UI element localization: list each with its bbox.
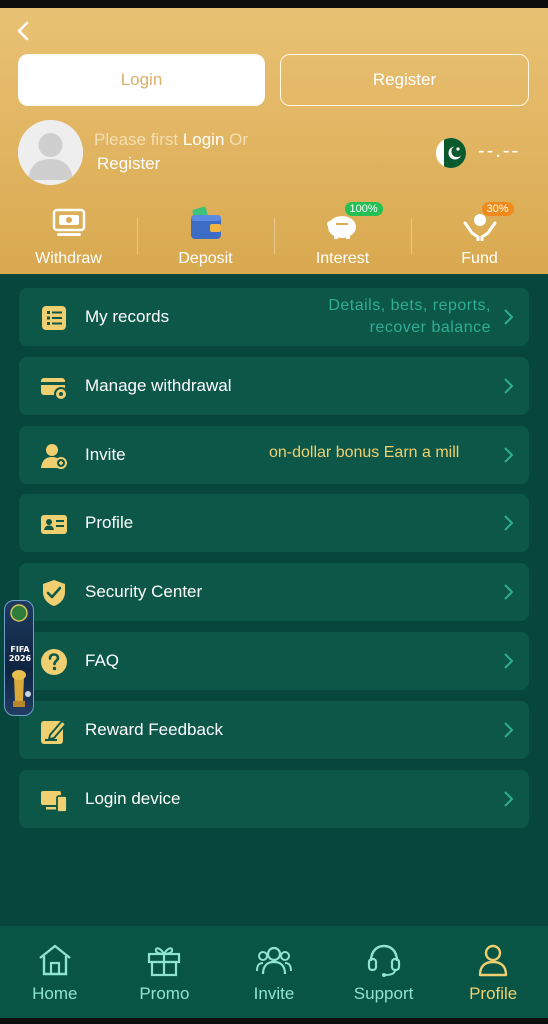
menu-login-device[interactable]: Login device [19,769,529,828]
chevron-right-icon [504,309,514,325]
prompt-register-link[interactable]: Register [97,154,160,173]
chevron-left-icon [17,21,29,41]
register-button[interactable]: Register [280,54,529,106]
balance-value: --.-- [478,140,521,162]
flag-icon[interactable] [436,138,466,168]
fifa-label: FIFA [10,645,30,654]
menu-profile[interactable]: Profile [19,494,529,553]
nav-home-label: Home [32,984,78,1003]
withdraw-icon [49,204,89,244]
menu-reward-feedback[interactable]: Reward Feedback [19,700,529,759]
edit-note-icon [40,717,68,745]
nav-home[interactable]: Home [0,926,110,1004]
fifa-banner-text: FIFA 2026 [7,645,33,663]
records-list-icon [40,304,68,332]
quick-fund-label: Fund [461,250,498,267]
prompt-text: Please first [94,130,183,149]
chevron-right-icon [504,722,514,738]
menu-faq[interactable]: FAQ [19,631,529,690]
card-settings-icon [40,373,68,401]
quick-interest-label: Interest [315,250,370,267]
nav-invite-label: Invite [253,984,295,1003]
chevron-right-icon [504,790,514,807]
menu-security-center-label: Security Center [85,582,203,602]
nav-profile[interactable]: Profile [438,926,548,1004]
banner-close-dot[interactable] [25,691,31,697]
back-button[interactable] [12,20,34,42]
subtitle-line-2: recover balance [369,319,491,336]
profile-menu: My records Details, bets, reports, recov… [19,288,529,838]
avatar[interactable] [18,120,83,185]
quick-deposit-label: Deposit [178,250,233,267]
prompt-login-link[interactable]: Login [183,130,225,149]
person-icon [474,942,512,978]
menu-my-records-subtitle: Details, bets, reports, recover balance [328,295,491,339]
profile-header: Login Register Please first Login Or Reg… [0,8,548,274]
nav-promo-label: Promo [139,984,190,1003]
chevron-right-icon [504,446,514,463]
prompt-or: Or [224,130,249,149]
menu-invite[interactable]: Invite on-dollar bonus Earn a mill [19,425,529,484]
auth-buttons: Login Register [18,54,529,106]
quick-withdraw-label: Withdraw [35,250,102,267]
menu-faq-label: FAQ [85,650,120,670]
subtitle-line-1: Details, bets, reports, [328,297,491,314]
invite-user-icon [40,442,68,470]
chevron-right-icon [504,584,514,600]
piggy-bank-icon: 100% [323,202,383,244]
interest-badge: 100% [344,202,383,216]
quick-actions: Withdraw Deposit 100% Interest 30% Fund [0,202,548,270]
quick-fund[interactable]: 30% Fund [411,202,548,270]
devices-icon [40,786,68,814]
menu-my-records-label: My records [85,307,170,326]
fund-hands-icon: 30% [460,202,514,244]
bottom-strip [0,1018,548,1024]
fifa-year: 2026 [8,654,32,663]
pakistan-flag-icon [436,138,466,168]
shield-check-icon [40,579,68,607]
status-strip [0,0,548,8]
login-prompt: Please first Login Or Register [94,128,294,176]
chevron-right-icon [504,653,514,669]
bottom-nav: Home Promo Invite Support Profile [0,926,548,1018]
quick-deposit[interactable]: Deposit [137,204,274,270]
gift-icon [145,942,183,978]
nav-profile-label: Profile [469,984,518,1003]
quick-withdraw[interactable]: Withdraw [0,204,137,270]
profile-card-icon [40,510,68,538]
menu-login-device-label: Login device [85,788,181,808]
menu-reward-feedback-label: Reward Feedback [85,719,223,739]
menu-invite-label: Invite [85,444,126,464]
chevron-right-icon [504,515,514,532]
invite-marquee-text: on-dollar bonus Earn a mill [269,443,460,461]
nav-support-label: Support [353,984,414,1003]
chevron-right-icon [504,378,514,394]
menu-profile-label: Profile [85,513,134,533]
nav-promo[interactable]: Promo [110,926,220,1004]
fund-badge: 30% [481,202,514,216]
nav-support[interactable]: Support [329,926,439,1004]
login-button[interactable]: Login [18,54,265,106]
default-avatar-icon [18,120,83,185]
menu-my-records[interactable]: My records Details, bets, reports, recov… [19,288,529,346]
menu-manage-withdrawal-label: Manage withdrawal [85,375,232,395]
wallet-icon [186,204,226,244]
headset-icon [365,942,403,978]
question-icon [40,648,68,676]
menu-manage-withdrawal[interactable]: Manage withdrawal [19,356,529,415]
home-icon [36,942,74,978]
users-icon [255,942,293,978]
nav-invite[interactable]: Invite [219,926,329,1004]
quick-interest[interactable]: 100% Interest [274,202,411,270]
fifa-floating-banner[interactable]: FIFA 2026 [4,600,34,716]
menu-security-center[interactable]: Security Center [19,563,529,622]
